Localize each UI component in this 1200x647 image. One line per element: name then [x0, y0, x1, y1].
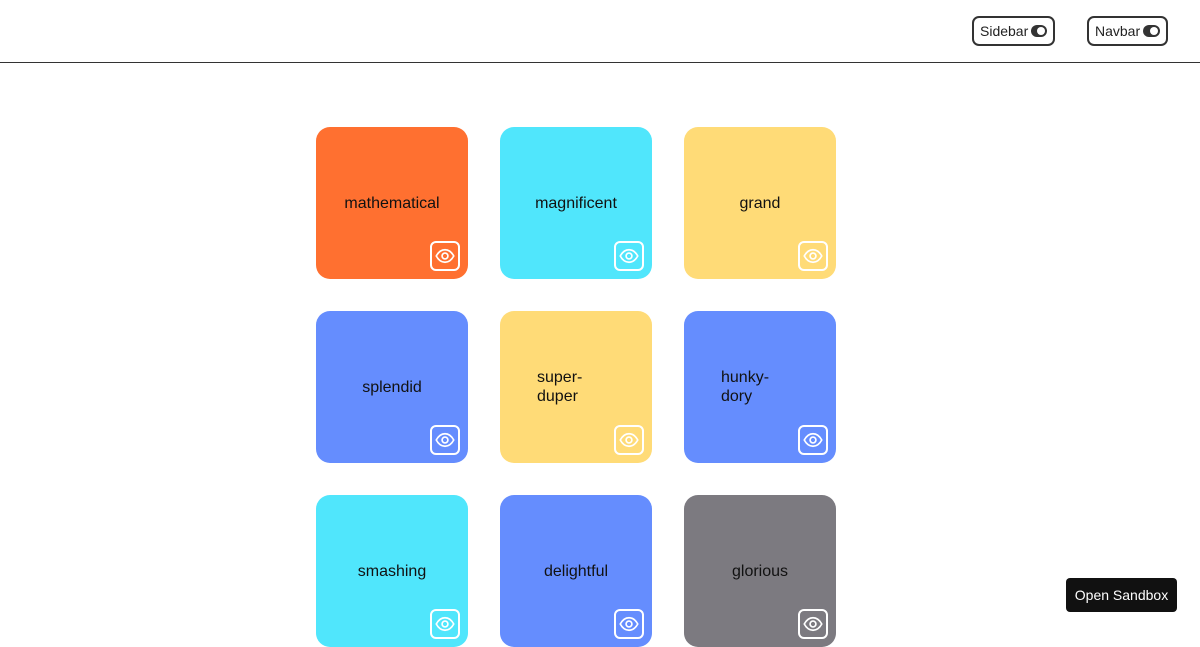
- card-label: grand: [739, 194, 781, 212]
- sidebar-toggle-label: Sidebar: [980, 23, 1029, 39]
- navbar-toggle-button[interactable]: Navbar: [1087, 16, 1168, 46]
- sidebar-toggle-button[interactable]: Sidebar: [972, 16, 1055, 46]
- card-label: magnificent: [535, 194, 617, 212]
- card-hunky-dory[interactable]: hunky-dory: [684, 311, 836, 463]
- eye-icon[interactable]: [430, 425, 460, 455]
- card-label: mathematical: [344, 194, 440, 212]
- eye-icon[interactable]: [614, 425, 644, 455]
- card-label: super-duper: [537, 369, 583, 405]
- toggle-on-icon: [1031, 25, 1047, 37]
- navbar-toggle-label: Navbar: [1095, 23, 1141, 39]
- eye-icon[interactable]: [614, 241, 644, 271]
- card-grid: mathematical magnificent grand splendid …: [316, 127, 836, 647]
- eye-icon[interactable]: [798, 241, 828, 271]
- eye-icon[interactable]: [614, 609, 644, 639]
- card-smashing[interactable]: smashing: [316, 495, 468, 647]
- card-label: hunky-dory: [721, 369, 770, 405]
- card-label: glorious: [731, 562, 789, 580]
- eye-icon[interactable]: [798, 425, 828, 455]
- top-bar: Sidebar Navbar: [0, 0, 1200, 63]
- card-label: smashing: [357, 562, 427, 580]
- toggle-on-icon: [1143, 25, 1160, 37]
- card-label: delightful: [543, 562, 609, 580]
- card-splendid[interactable]: splendid: [316, 311, 468, 463]
- eye-icon[interactable]: [798, 609, 828, 639]
- eye-icon[interactable]: [430, 241, 460, 271]
- card-grand[interactable]: grand: [684, 127, 836, 279]
- eye-icon[interactable]: [430, 609, 460, 639]
- card-label: splendid: [362, 378, 422, 396]
- card-glorious[interactable]: glorious: [684, 495, 836, 647]
- card-magnificent[interactable]: magnificent: [500, 127, 652, 279]
- card-delightful[interactable]: delightful: [500, 495, 652, 647]
- card-super-duper[interactable]: super-duper: [500, 311, 652, 463]
- card-mathematical[interactable]: mathematical: [316, 127, 468, 279]
- open-sandbox-button[interactable]: Open Sandbox: [1066, 578, 1177, 612]
